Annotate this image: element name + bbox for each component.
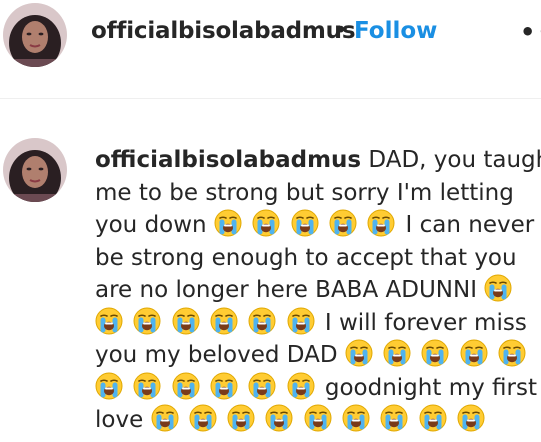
loudly-crying-face-emoji-icon (291, 209, 319, 237)
avatar[interactable] (3, 3, 67, 67)
caption-line: goodnight my first (95, 372, 537, 405)
caption-line: you down I can never (95, 209, 535, 242)
loudly-crying-face-emoji-icon (457, 404, 485, 432)
loudly-crying-face-emoji-icon (287, 372, 315, 400)
loudly-crying-face-emoji-icon (484, 274, 512, 302)
post-caption: officialbisolabadmus DAD, you taught me t… (95, 144, 541, 437)
caption-avatar[interactable] (3, 138, 67, 202)
caption-line: you my beloved DAD (95, 339, 535, 372)
caption-line: love (95, 404, 535, 437)
caption-text: you down (95, 212, 214, 238)
caption-text: love (95, 407, 151, 433)
loudly-crying-face-emoji-icon (304, 404, 332, 432)
loudly-crying-face-emoji-icon (265, 404, 293, 432)
caption-text: be strong enough to accept that you (95, 244, 517, 271)
loudly-crying-face-emoji-icon (252, 209, 280, 237)
caption-text: goodnight my first (324, 374, 537, 401)
caption-text: I can never (405, 212, 535, 238)
loudly-crying-face-emoji-icon (151, 404, 179, 432)
loudly-crying-face-emoji-icon (419, 404, 447, 432)
caption-line: are no longer here BABA ADUNNI (95, 274, 535, 307)
loudly-crying-face-emoji-icon (95, 307, 123, 335)
loudly-crying-face-emoji-icon (421, 339, 449, 367)
avatar-icon (3, 3, 67, 67)
separator-dot: • (334, 18, 348, 44)
caption-line: I will forever miss (95, 307, 535, 340)
loudly-crying-face-emoji-icon (210, 372, 238, 400)
loudly-crying-face-emoji-icon (287, 307, 315, 335)
loudly-crying-face-emoji-icon (498, 339, 526, 367)
avatar-icon (3, 138, 67, 202)
loudly-crying-face-emoji-icon (383, 339, 411, 367)
loudly-crying-face-emoji-icon (133, 307, 161, 335)
caption-line: officialbisolabadmus DAD, you taught (95, 144, 541, 177)
loudly-crying-face-emoji-icon (95, 372, 123, 400)
more-options-icon[interactable]: •• (520, 18, 541, 46)
loudly-crying-face-emoji-icon (248, 372, 276, 400)
loudly-crying-face-emoji-icon (460, 339, 488, 367)
loudly-crying-face-emoji-icon (248, 307, 276, 335)
post-username[interactable]: officialbisolabadmus (91, 18, 356, 44)
follow-button[interactable]: Follow (354, 18, 437, 44)
loudly-crying-face-emoji-icon (189, 404, 217, 432)
loudly-crying-face-emoji-icon (172, 307, 200, 335)
caption-line: be strong enough to accept that you (95, 242, 535, 275)
loudly-crying-face-emoji-icon (214, 209, 242, 237)
loudly-crying-face-emoji-icon (367, 209, 395, 237)
loudly-crying-face-emoji-icon (329, 209, 357, 237)
post-header: officialbisolabadmus • Follow •• (0, 0, 541, 99)
caption-text: are no longer here BABA ADUNNI (95, 277, 485, 303)
caption-username[interactable]: officialbisolabadmus (95, 147, 361, 173)
loudly-crying-face-emoji-icon (342, 404, 370, 432)
loudly-crying-face-emoji-icon (380, 404, 408, 432)
caption-text: me to be strong but sorry I'm letting (95, 179, 514, 206)
loudly-crying-face-emoji-icon (210, 307, 238, 335)
caption-line: me to be strong but sorry I'm letting (95, 177, 535, 210)
loudly-crying-face-emoji-icon (345, 339, 373, 367)
caption-text: DAD, you taught (368, 147, 541, 173)
loudly-crying-face-emoji-icon (227, 404, 255, 432)
loudly-crying-face-emoji-icon (133, 372, 161, 400)
loudly-crying-face-emoji-icon (172, 372, 200, 400)
caption-text: I will forever miss (324, 309, 527, 336)
caption-text: you my beloved DAD (95, 342, 338, 368)
